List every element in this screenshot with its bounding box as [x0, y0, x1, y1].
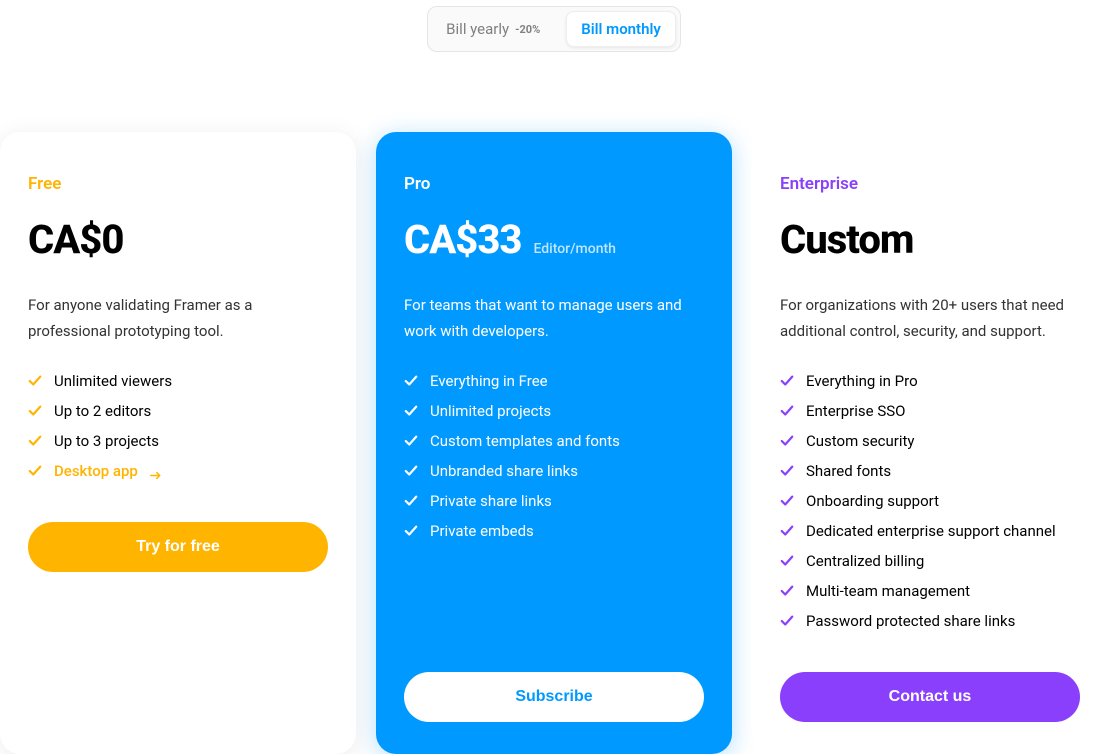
feature-label: Dedicated enterprise support channel	[806, 522, 1056, 540]
check-icon	[28, 374, 42, 388]
feature-item: Custom security	[780, 432, 1080, 450]
check-icon	[404, 374, 418, 388]
plan-enterprise-features: Everything in Pro Enterprise SSO Custom …	[780, 372, 1080, 630]
cta-label: Contact us	[889, 688, 972, 705]
feature-label: Unlimited viewers	[54, 372, 172, 390]
pricing-plans: Free CA$0 For anyone validating Framer a…	[0, 132, 1108, 754]
check-icon	[780, 554, 794, 568]
check-icon	[28, 434, 42, 448]
feature-label: Multi-team management	[806, 582, 970, 600]
check-icon	[404, 494, 418, 508]
check-icon	[780, 494, 794, 508]
bill-yearly-label: Bill yearly	[446, 20, 509, 38]
feature-item: Unbranded share links	[404, 462, 704, 480]
subscribe-button[interactable]: Subscribe	[404, 672, 704, 722]
feature-item: Enterprise SSO	[780, 402, 1080, 420]
plan-free-price: CA$0	[28, 216, 123, 263]
bill-monthly-option[interactable]: Bill monthly	[566, 11, 676, 47]
check-icon	[780, 614, 794, 628]
check-icon	[780, 374, 794, 388]
feature-label: Private embeds	[430, 522, 534, 540]
plan-free-desc: For anyone validating Framer as a profes…	[28, 293, 328, 344]
try-for-free-button[interactable]: Try for free	[28, 522, 328, 572]
contact-us-button[interactable]: Contact us	[780, 672, 1080, 722]
plan-enterprise-price: Custom	[780, 216, 913, 263]
check-icon	[404, 524, 418, 538]
plan-pro-price: CA$33	[404, 216, 521, 263]
feature-label: Unlimited projects	[430, 402, 551, 420]
bill-monthly-label: Bill monthly	[581, 20, 661, 38]
feature-item: Custom templates and fonts	[404, 432, 704, 450]
feature-item: Onboarding support	[780, 492, 1080, 510]
check-icon	[780, 464, 794, 478]
feature-label: Password protected share links	[806, 612, 1015, 630]
feature-label: Everything in Pro	[806, 372, 918, 390]
feature-label: Shared fonts	[806, 462, 891, 480]
feature-item: Centralized billing	[780, 552, 1080, 570]
feature-item: Unlimited projects	[404, 402, 704, 420]
feature-label: Custom templates and fonts	[430, 432, 620, 450]
feature-label: Desktop app	[54, 462, 138, 480]
check-icon	[404, 434, 418, 448]
plan-free-price-row: CA$0	[28, 216, 328, 263]
check-icon	[404, 404, 418, 418]
plan-enterprise-name: Enterprise	[780, 174, 1080, 194]
check-icon	[780, 434, 794, 448]
check-icon	[780, 584, 794, 598]
feature-label: Private share links	[430, 492, 552, 510]
plan-free: Free CA$0 For anyone validating Framer a…	[0, 132, 356, 754]
feature-item-desktop-app-link[interactable]: Desktop app	[28, 462, 328, 480]
feature-item: Dedicated enterprise support channel	[780, 522, 1080, 540]
plan-enterprise: Enterprise Custom For organizations with…	[752, 132, 1108, 754]
feature-item: Shared fonts	[780, 462, 1080, 480]
plan-pro-desc: For teams that want to manage users and …	[404, 293, 704, 344]
cta-label: Try for free	[136, 538, 220, 555]
plan-free-name: Free	[28, 174, 328, 194]
plan-enterprise-price-row: Custom	[780, 216, 1080, 263]
check-icon	[780, 404, 794, 418]
feature-item: Password protected share links	[780, 612, 1080, 630]
feature-label: Onboarding support	[806, 492, 939, 510]
check-icon	[404, 464, 418, 478]
plan-free-features: Unlimited viewers Up to 2 editors Up to …	[28, 372, 328, 480]
arrow-right-icon	[150, 466, 162, 476]
feature-item: Private share links	[404, 492, 704, 510]
feature-label: Everything in Free	[430, 372, 548, 390]
feature-label: Unbranded share links	[430, 462, 578, 480]
feature-item: Up to 3 projects	[28, 432, 328, 450]
billing-toggle: Bill yearly -20% Bill monthly	[427, 6, 681, 52]
plan-pro-name: Pro	[404, 174, 704, 194]
check-icon	[28, 404, 42, 418]
feature-label: Custom security	[806, 432, 915, 450]
feature-item: Multi-team management	[780, 582, 1080, 600]
bill-yearly-option[interactable]: Bill yearly -20%	[432, 12, 554, 46]
cta-label: Subscribe	[515, 688, 592, 705]
feature-label: Enterprise SSO	[806, 402, 905, 420]
plan-pro-price-row: CA$33 Editor/month	[404, 216, 704, 263]
bill-yearly-discount: -20%	[515, 23, 540, 36]
feature-label: Centralized billing	[806, 552, 924, 570]
plan-enterprise-desc: For organizations with 20+ users that ne…	[780, 293, 1080, 344]
feature-item: Private embeds	[404, 522, 704, 540]
check-icon	[28, 464, 42, 478]
plan-pro-unit: Editor/month	[533, 241, 615, 257]
feature-label: Up to 2 editors	[54, 402, 151, 420]
feature-label: Up to 3 projects	[54, 432, 159, 450]
feature-item: Unlimited viewers	[28, 372, 328, 390]
plan-pro: Pro CA$33 Editor/month For teams that wa…	[376, 132, 732, 754]
check-icon	[780, 524, 794, 538]
plan-pro-features: Everything in Free Unlimited projects Cu…	[404, 372, 704, 540]
feature-item: Everything in Free	[404, 372, 704, 390]
feature-item: Everything in Pro	[780, 372, 1080, 390]
feature-item: Up to 2 editors	[28, 402, 328, 420]
